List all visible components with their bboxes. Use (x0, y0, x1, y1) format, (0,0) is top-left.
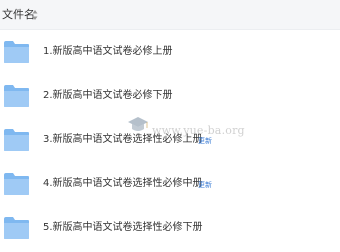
folder-icon (4, 85, 29, 107)
folder-icon (4, 129, 29, 151)
folder-icon (4, 217, 29, 239)
file-list-header: 文件名 (0, 0, 340, 30)
file-name[interactable]: 5.新版高中语文试卷选择性必修下册 (43, 221, 203, 235)
folder-icon (4, 173, 29, 195)
file-row[interactable]: 5.新版高中语文试卷选择性必修下册 (0, 206, 340, 250)
file-row[interactable]: 3.新版高中语文试卷选择性必修上册 更新 (0, 118, 340, 162)
folder-icon (4, 41, 29, 63)
update-badge: 更新 (198, 181, 212, 189)
file-row[interactable]: 4.新版高中语文试卷选择性必修中册 更新 (0, 162, 340, 206)
filename-column-header[interactable]: 文件名 (2, 8, 35, 22)
file-name[interactable]: 4.新版高中语文试卷选择性必修中册 (43, 177, 203, 191)
update-badge: 更新 (198, 137, 212, 145)
file-row[interactable]: 1.新版高中语文试卷必修上册 (0, 30, 340, 74)
file-name[interactable]: 3.新版高中语文试卷选择性必修上册 (43, 133, 203, 147)
file-name[interactable]: 2.新版高中语文试卷必修下册 (43, 89, 173, 103)
file-name[interactable]: 1.新版高中语文试卷必修上册 (43, 45, 173, 59)
sort-updown-icon[interactable] (32, 9, 38, 21)
file-row[interactable]: 2.新版高中语文试卷必修下册 (0, 74, 340, 118)
